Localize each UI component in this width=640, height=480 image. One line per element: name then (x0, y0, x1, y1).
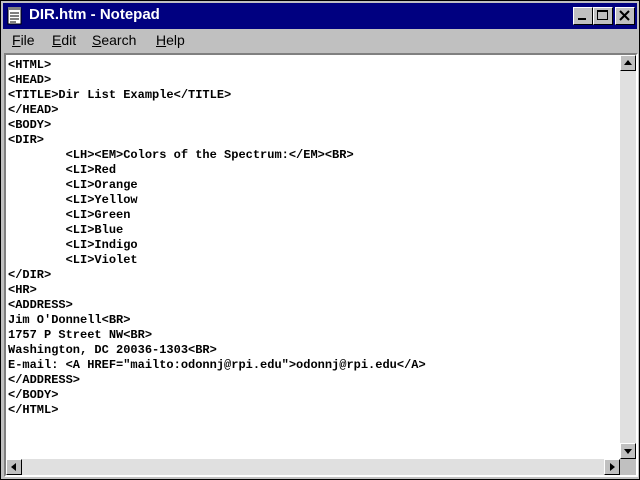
text-line: <LI>Red (8, 163, 117, 177)
maximize-icon (597, 10, 608, 20)
text-line: <BODY> (8, 118, 52, 132)
horizontal-scrollbar[interactable] (6, 459, 620, 475)
text-line: <HR> (8, 283, 37, 297)
text-editor[interactable]: <HTML> <HEAD> <TITLE>Dir List Example</TIT… (6, 55, 620, 459)
maximize-button[interactable] (593, 7, 613, 25)
minimize-icon (578, 18, 586, 20)
text-line: </HEAD> (8, 103, 59, 117)
text-line: E-mail: <A HREF="mailto:odonnj@rpi.edu">… (8, 358, 426, 372)
text-line: <LI>Green (8, 208, 131, 222)
text-line: <LH><EM>Colors of the Spectrum:</EM><BR> (8, 148, 354, 162)
menu-file[interactable]: File (12, 32, 35, 48)
arrow-left-icon (11, 463, 16, 471)
menu-bar: File Edit Search Help (3, 30, 637, 52)
text-line: </DIR> (8, 268, 52, 282)
menu-search[interactable]: Search (92, 32, 136, 48)
close-button[interactable] (615, 7, 635, 25)
text-line: </BODY> (8, 388, 59, 402)
document-text: <HTML> <HEAD> <TITLE>Dir List Example</TIT… (8, 58, 426, 418)
text-line: <LI>Violet (8, 253, 138, 267)
menu-help[interactable]: Help (156, 32, 185, 48)
vertical-scrollbar[interactable] (620, 55, 636, 459)
scroll-down-button[interactable] (620, 443, 636, 459)
text-line: <LI>Yellow (8, 193, 138, 207)
text-line: <HTML> (8, 58, 52, 72)
text-line: 1757 P Street NW<BR> (8, 328, 153, 342)
text-line: Jim O'Donnell<BR> (8, 313, 131, 327)
text-line: <TITLE>Dir List Example</TITLE> (8, 88, 232, 102)
text-line: <LI>Blue (8, 223, 124, 237)
menu-edit[interactable]: Edit (52, 32, 76, 48)
editor-frame: <HTML> <HEAD> <TITLE>Dir List Example</TIT… (4, 53, 638, 477)
scroll-left-button[interactable] (6, 459, 22, 475)
text-line: <LI>Indigo (8, 238, 138, 252)
scroll-right-button[interactable] (604, 459, 620, 475)
close-icon (619, 10, 630, 21)
text-line: </HTML> (8, 403, 59, 417)
scrollbar-corner (620, 459, 636, 475)
text-line: <HEAD> (8, 73, 52, 87)
text-line: Washington, DC 20036-1303<BR> (8, 343, 217, 357)
title-bar[interactable]: DIR.htm - Notepad (3, 3, 637, 29)
text-line: <DIR> (8, 133, 45, 147)
text-line: <LI>Orange (8, 178, 138, 192)
text-line: </ADDRESS> (8, 373, 81, 387)
notepad-icon[interactable] (7, 7, 23, 25)
arrow-down-icon (624, 449, 632, 454)
minimize-button[interactable] (573, 7, 593, 25)
text-line: <ADDRESS> (8, 298, 73, 312)
scroll-up-button[interactable] (620, 55, 636, 71)
arrow-right-icon (610, 463, 615, 471)
window-title: DIR.htm - Notepad (29, 6, 160, 23)
notepad-window: DIR.htm - Notepad File Edit Search Help … (0, 0, 640, 480)
arrow-up-icon (624, 60, 632, 65)
